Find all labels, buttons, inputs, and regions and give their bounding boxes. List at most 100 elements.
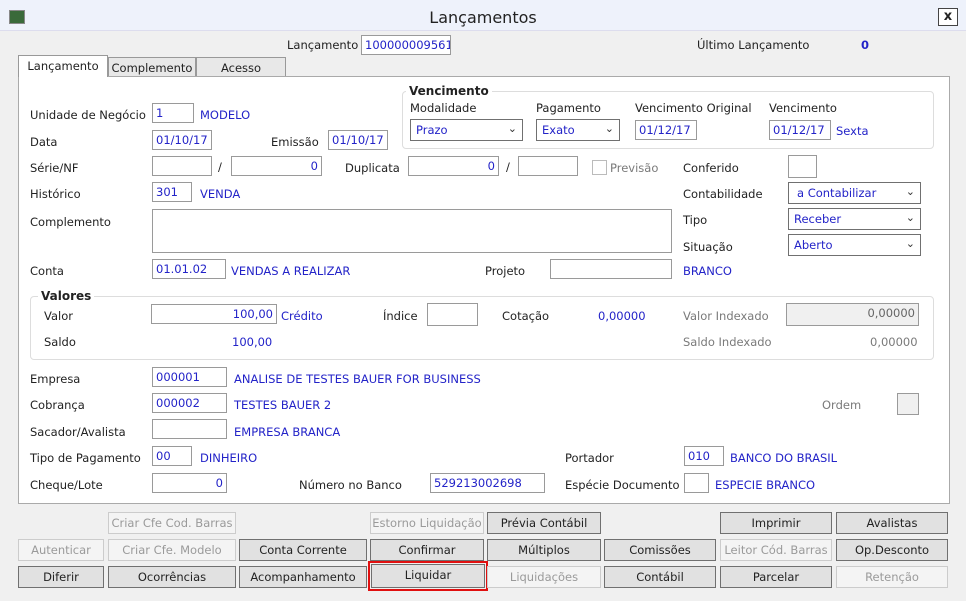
- tab-lancamento[interactable]: Lançamento: [18, 55, 108, 77]
- lancamento-label: Lançamento: [287, 38, 359, 52]
- serie-label: Série/NF: [30, 161, 79, 175]
- autenticar-button[interactable]: Autenticar: [18, 539, 104, 561]
- conta-corrente-button[interactable]: Conta Corrente: [239, 539, 367, 561]
- estorno-liquidacao-button[interactable]: Estorno Liquidação: [370, 512, 484, 534]
- indice-field[interactable]: [427, 303, 478, 326]
- contabilidade-select[interactable]: a Contabilizar ⌄: [788, 182, 921, 204]
- vencimento-field[interactable]: 01/12/17: [769, 120, 831, 140]
- previsao-label: Previsão: [610, 161, 659, 175]
- ocorrencias-button[interactable]: Ocorrências: [108, 566, 236, 588]
- previsao-checkbox[interactable]: [592, 160, 607, 175]
- retencao-button[interactable]: Retenção: [836, 566, 948, 588]
- conta-name: VENDAS A REALIZAR: [231, 264, 351, 278]
- complemento-field[interactable]: [152, 209, 672, 253]
- data-label: Data: [30, 135, 58, 149]
- pagamento-label: Pagamento: [536, 101, 601, 115]
- valor-indexado-label: Valor Indexado: [683, 309, 769, 323]
- lancamento-field[interactable]: 100000009561: [361, 35, 451, 55]
- vencimento-title: Vencimento: [406, 84, 492, 98]
- numero-banco-field[interactable]: 529213002698: [430, 473, 545, 493]
- conta-code-field[interactable]: 01.01.02: [152, 259, 226, 279]
- op-desconto-button[interactable]: Op.Desconto: [836, 539, 948, 561]
- vencimento-original-field[interactable]: 01/12/17: [635, 120, 697, 140]
- modalidade-select[interactable]: Prazo ⌄: [410, 119, 523, 141]
- empresa-code-field[interactable]: 000001: [152, 367, 227, 387]
- situacao-select[interactable]: Aberto ⌄: [788, 234, 921, 256]
- ordem-field[interactable]: [897, 393, 919, 415]
- contabilidade-label: Contabilidade: [683, 187, 763, 201]
- imprimir-button[interactable]: Imprimir: [720, 512, 832, 534]
- close-button[interactable]: x: [938, 8, 958, 26]
- valor-indexado-field[interactable]: 0,00000: [786, 303, 919, 326]
- tab-acesso[interactable]: Acesso: [196, 57, 286, 76]
- criar-cfe-modelo-button[interactable]: Criar Cfe. Modelo: [108, 539, 236, 561]
- portador-code-field[interactable]: 010: [684, 446, 724, 466]
- vencimento-original-label: Vencimento Original: [635, 101, 752, 115]
- liquidacoes-button[interactable]: Liquidações: [487, 566, 601, 588]
- cheque-field[interactable]: 0: [152, 473, 227, 493]
- valor-field[interactable]: 100,00: [151, 304, 277, 324]
- chevron-down-icon: ⌄: [905, 211, 915, 224]
- comissoes-button[interactable]: Comissões: [604, 539, 716, 561]
- sacador-name: EMPRESA BRANCA: [234, 425, 341, 439]
- chevron-down-icon: ⌄: [507, 122, 517, 135]
- historico-code-field[interactable]: 301: [152, 182, 192, 202]
- sacador-code-field[interactable]: [152, 419, 227, 439]
- unidade-label: Unidade de Negócio: [30, 108, 146, 122]
- cheque-label: Cheque/Lote: [30, 478, 103, 492]
- leitor-cod-barras-button[interactable]: Leitor Cód. Barras: [720, 539, 832, 561]
- modalidade-label: Modalidade: [410, 101, 477, 115]
- serie-field[interactable]: [152, 156, 212, 176]
- projeto-field[interactable]: [550, 259, 672, 279]
- especie-code-field[interactable]: [684, 473, 709, 493]
- chevron-down-icon: ⌄: [905, 185, 915, 198]
- situacao-value: Aberto: [794, 238, 833, 252]
- saldo-value: 100,00: [232, 335, 273, 349]
- historico-name: VENDA: [200, 187, 241, 201]
- duplicata2-field[interactable]: [518, 156, 578, 176]
- portador-name: BANCO DO BRASIL: [730, 451, 838, 465]
- ordem-label: Ordem: [822, 398, 862, 412]
- tipo-select[interactable]: Receber ⌄: [788, 208, 921, 230]
- chevron-down-icon: ⌄: [604, 122, 614, 135]
- vencimento-label: Vencimento: [769, 101, 837, 115]
- valor-label: Valor: [44, 309, 73, 323]
- contabil-button[interactable]: Contábil: [604, 566, 716, 588]
- valores-title: Valores: [38, 289, 95, 303]
- saldo-indexado-label: Saldo Indexado: [683, 335, 772, 349]
- conferido-field[interactable]: [788, 155, 817, 178]
- duplicata-field[interactable]: 0: [408, 156, 499, 176]
- tipo-pagamento-code-field[interactable]: 00: [152, 446, 192, 466]
- tab-complemento[interactable]: Complemento: [108, 57, 196, 76]
- avalistas-button[interactable]: Avalistas: [836, 512, 948, 534]
- previa-contabil-button[interactable]: Prévia Contábil: [487, 512, 601, 534]
- acompanhamento-button[interactable]: Acompanhamento: [239, 566, 367, 588]
- diferir-button[interactable]: Diferir: [18, 566, 104, 588]
- unidade-code-field[interactable]: 1: [152, 103, 194, 123]
- cobranca-code-field[interactable]: 000002: [152, 393, 227, 413]
- data-field[interactable]: 01/10/17: [152, 130, 212, 150]
- criar-cfe-cod-barras-button[interactable]: Criar Cfe Cod. Barras: [108, 512, 236, 534]
- saldo-label: Saldo: [44, 335, 76, 349]
- cotacao-label: Cotação: [502, 309, 550, 323]
- window-title: Lançamentos: [429, 8, 537, 27]
- projeto-label: Projeto: [485, 264, 526, 278]
- parcelar-button[interactable]: Parcelar: [720, 566, 832, 588]
- chevron-down-icon: ⌄: [905, 237, 915, 250]
- liquidar-button[interactable]: Liquidar: [368, 561, 488, 591]
- cotacao-value: 0,00000: [598, 309, 646, 323]
- numero-banco-label: Número no Banco: [299, 478, 402, 492]
- conta-label: Conta: [30, 264, 64, 278]
- tipo-value: Receber: [794, 212, 842, 226]
- projeto-name: BRANCO: [683, 264, 732, 278]
- emissao-field[interactable]: 01/10/17: [328, 130, 388, 150]
- confirmar-button[interactable]: Confirmar: [370, 539, 484, 561]
- empresa-name: ANALISE DE TESTES BAUER FOR BUSINESS: [234, 372, 481, 386]
- historico-label: Histórico: [30, 187, 81, 201]
- modalidade-value: Prazo: [416, 123, 448, 137]
- tipo-label: Tipo: [683, 213, 708, 227]
- nf-field[interactable]: 0: [231, 156, 322, 176]
- multiplos-button[interactable]: Múltiplos: [487, 539, 601, 561]
- pagamento-select[interactable]: Exato ⌄: [536, 119, 620, 141]
- tipo-pagamento-label: Tipo de Pagamento: [30, 451, 141, 465]
